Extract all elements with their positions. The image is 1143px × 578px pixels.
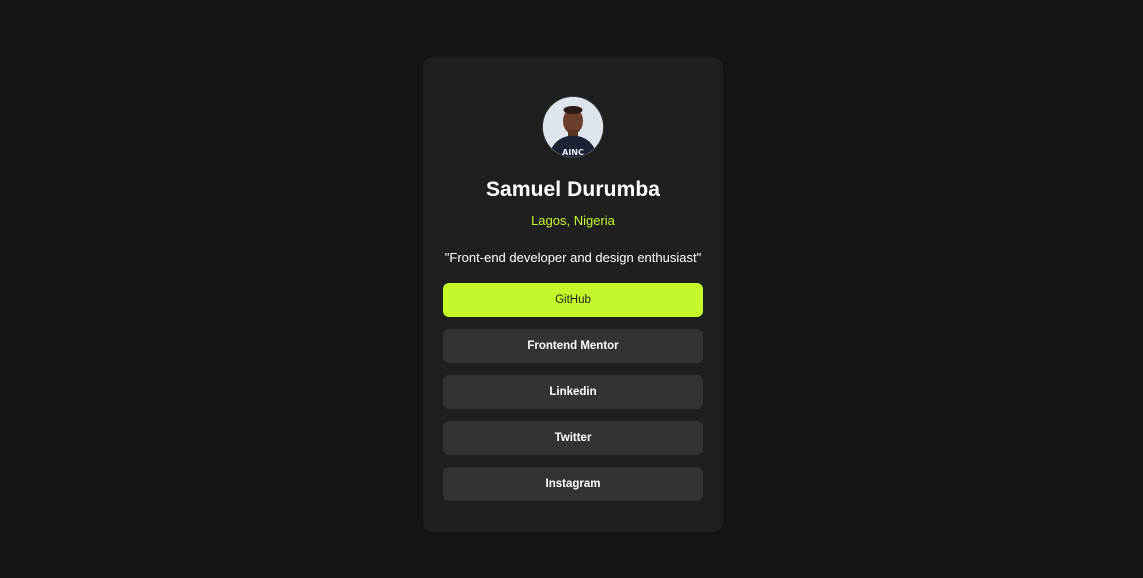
avatar-photo: AINC — [543, 97, 603, 157]
frontend-mentor-link-button[interactable]: Frontend Mentor — [443, 329, 703, 363]
linkedin-link-button[interactable]: Linkedin — [443, 375, 703, 409]
profile-card: AINC Samuel Durumba Lagos, Nigeria "Fron… — [423, 57, 723, 532]
github-link-button[interactable]: GitHub — [443, 283, 703, 317]
social-links: GitHub Frontend Mentor Linkedin Twitter … — [443, 283, 703, 501]
instagram-link-button[interactable]: Instagram — [443, 467, 703, 501]
twitter-link-button[interactable]: Twitter — [443, 421, 703, 455]
profile-name: Samuel Durumba — [485, 178, 661, 201]
profile-bio: "Front-end developer and design enthusia… — [444, 250, 702, 265]
avatar: AINC — [543, 97, 603, 157]
svg-text:AINC: AINC — [562, 148, 584, 157]
profile-location: Lagos, Nigeria — [531, 213, 615, 228]
